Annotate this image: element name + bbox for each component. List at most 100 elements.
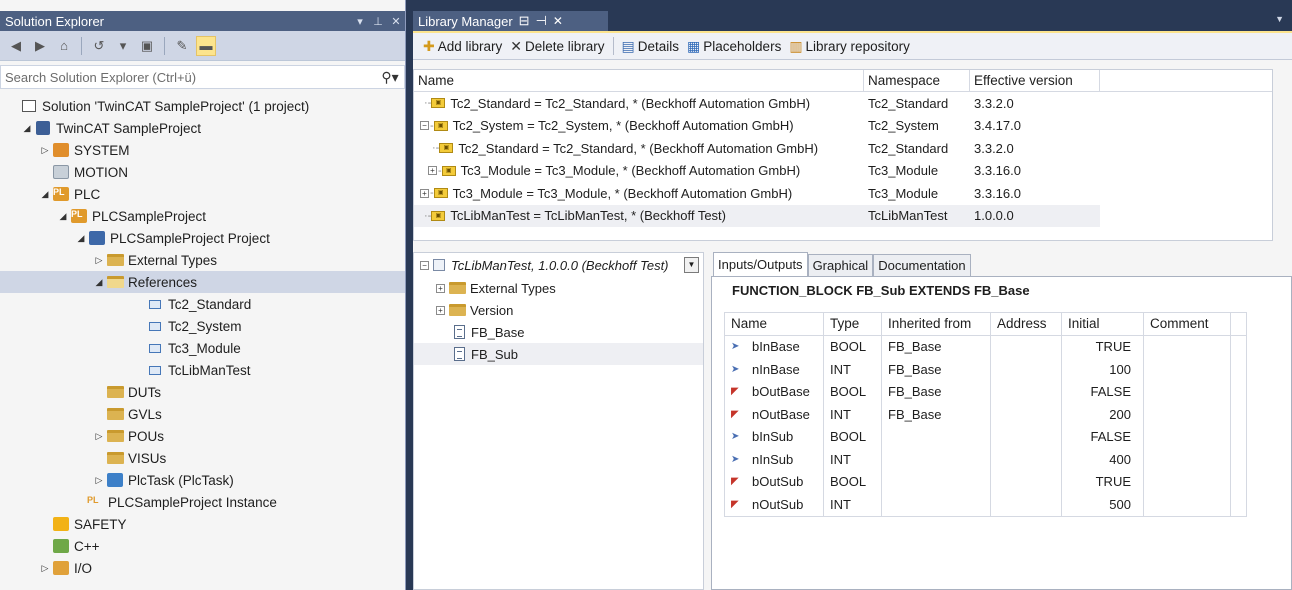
tree-item-pous[interactable]: ▷ POUs xyxy=(0,425,405,447)
tree-item-ref-tc3-module[interactable]: Tc3_Module xyxy=(0,337,405,359)
column-header-name[interactable]: Name xyxy=(725,313,824,336)
var-type: INT xyxy=(824,403,882,426)
library-row[interactable]: ·- ▣ Tc2_Standard = Tc2_Standard, * (Beckh… xyxy=(414,92,1272,115)
table-row[interactable]: ➤ nInSub INT 400 xyxy=(725,448,1246,471)
expand-icon[interactable]: + xyxy=(436,305,445,315)
search-icon[interactable]: ⚲▾ xyxy=(376,69,404,86)
tree-item-plc-project[interactable]: ◢ PL PLCSampleProject xyxy=(0,205,405,227)
table-row[interactable]: ◤ nOutBase INT FB_Base 200 xyxy=(725,403,1246,426)
tree-item-plc-instance[interactable]: PL PLCSampleProject Instance xyxy=(0,491,405,513)
tree-item-plc-subproject[interactable]: ◢ PLCSampleProject Project xyxy=(0,227,405,249)
table-row[interactable]: ◤ bOutSub BOOL TRUE xyxy=(725,470,1246,493)
library-row[interactable]: ·- ▣ Tc2_Standard = Tc2_Standard, * (Beckh… xyxy=(414,137,1272,160)
details-button[interactable]: ▤ Details xyxy=(618,38,684,55)
dropdown-icon[interactable]: ▾ xyxy=(113,36,133,56)
expand-icon[interactable]: + xyxy=(420,188,429,198)
lib-tree-item-fb-sub[interactable]: FB_Sub xyxy=(414,343,703,365)
placeholders-button[interactable]: ▦ Placeholders xyxy=(683,38,785,55)
output-variable-icon: ◤ xyxy=(731,498,739,510)
tree-item-twincat-project[interactable]: ◢ TwinCAT SampleProject xyxy=(0,117,405,139)
expand-icon[interactable]: + xyxy=(428,166,437,176)
table-row[interactable]: ◤ nOutSub INT 500 xyxy=(725,493,1246,516)
history-icon[interactable]: ↺ xyxy=(89,36,109,56)
table-row[interactable]: ➤ bInSub BOOL FALSE xyxy=(725,425,1246,448)
tab-library-manager[interactable]: Library Manager ⊟ ⊣ ✕ xyxy=(413,11,608,31)
lib-tree-item-fb-base[interactable]: FB_Base xyxy=(414,321,703,343)
pin-icon[interactable]: ⊥ xyxy=(369,15,387,28)
column-header-namespace[interactable]: Namespace xyxy=(864,70,970,91)
search-box[interactable]: Search Solution Explorer (Ctrl+ü) ⚲▾ xyxy=(0,65,405,89)
tab-inputs-outputs[interactable]: Inputs/Outputs xyxy=(713,252,808,276)
table-row[interactable]: ➤ bInBase BOOL FB_Base TRUE xyxy=(725,335,1246,358)
expand-arrow-icon[interactable]: ▷ xyxy=(92,255,106,266)
window-menu-icon[interactable]: ▾ xyxy=(351,15,369,28)
close-tab-icon[interactable]: ✕ xyxy=(553,14,563,28)
column-header-effective-version[interactable]: Effective version xyxy=(970,70,1100,91)
tree-item-duts[interactable]: DUTs xyxy=(0,381,405,403)
tab-overflow-icon[interactable]: ▼ xyxy=(1275,14,1284,24)
tree-item-references[interactable]: ◢ References xyxy=(0,271,405,293)
collapse-arrow-icon[interactable]: ◢ xyxy=(20,123,34,134)
collapse-icon[interactable]: − xyxy=(420,121,429,131)
collapse-arrow-icon[interactable]: ◢ xyxy=(74,233,88,244)
tree-item-label: PLC xyxy=(74,186,101,202)
tree-item-ref-tc2-standard[interactable]: Tc2_Standard xyxy=(0,293,405,315)
expand-icon[interactable]: + xyxy=(436,283,445,293)
collapse-arrow-icon[interactable]: ◢ xyxy=(92,277,106,288)
pin-icon[interactable]: ⊟ xyxy=(519,13,530,29)
add-library-button[interactable]: ✚ Add library xyxy=(419,38,506,55)
dropdown-arrow-icon[interactable]: ▼ xyxy=(684,257,699,273)
properties-wrench-icon[interactable]: ✎ xyxy=(172,36,192,56)
lib-tree-item-external-types[interactable]: + External Types xyxy=(414,277,703,299)
tree-item-ref-tclibmantest[interactable]: TcLibManTest xyxy=(0,359,405,381)
column-header-name[interactable]: Name xyxy=(414,70,864,91)
tree-item-cpp[interactable]: C++ xyxy=(0,535,405,557)
tree-item-external-types[interactable]: ▷ External Types xyxy=(0,249,405,271)
tab-documentation[interactable]: Documentation xyxy=(873,254,971,276)
preview-icon[interactable]: ▬ xyxy=(196,35,216,56)
pin-tab-icon[interactable]: ⊣ xyxy=(536,13,547,29)
library-selector[interactable]: − TcLibManTest, 1.0.0.0 (Beckhoff Test) … xyxy=(414,253,703,277)
close-icon[interactable]: ✕ xyxy=(387,15,405,28)
home-icon[interactable]: ⌂ xyxy=(54,36,74,56)
collapse-icon[interactable]: − xyxy=(420,260,429,270)
tree-item-visus[interactable]: VISUs xyxy=(0,447,405,469)
tree-item-plc[interactable]: ◢ PL PLC xyxy=(0,183,405,205)
library-repository-button[interactable]: ▥ Library repository xyxy=(785,38,914,55)
var-comment xyxy=(1144,493,1231,516)
table-row[interactable]: ◤ bOutBase BOOL FB_Base FALSE xyxy=(725,380,1246,403)
plc-icon: PL xyxy=(52,186,70,202)
tree-item-plctask[interactable]: ▷ PlcTask (PlcTask) xyxy=(0,469,405,491)
tab-graphical[interactable]: Graphical xyxy=(807,254,874,276)
search-input[interactable]: Search Solution Explorer (Ctrl+ü) xyxy=(5,70,376,85)
library-row[interactable]: − - ▣ Tc2_System = Tc2_System, * (Beckhoff … xyxy=(414,115,1272,138)
column-header-comment[interactable]: Comment xyxy=(1144,313,1231,336)
library-row[interactable]: + - ▣ Tc3_Module = Tc3_Module, * (Beckhoff … xyxy=(414,182,1272,205)
tree-item-motion[interactable]: MOTION xyxy=(0,161,405,183)
tree-item-solution[interactable]: Solution 'TwinCAT SampleProject' (1 proj… xyxy=(0,95,405,117)
collapse-arrow-icon[interactable]: ◢ xyxy=(56,211,70,222)
column-header-inherited-from[interactable]: Inherited from xyxy=(882,313,991,336)
tree-item-io[interactable]: ▷ I/O xyxy=(0,557,405,579)
column-header-address[interactable]: Address xyxy=(991,313,1062,336)
forward-icon[interactable]: ▶ xyxy=(30,36,50,56)
tree-item-gvls[interactable]: GVLs xyxy=(0,403,405,425)
expand-arrow-icon[interactable]: ▷ xyxy=(38,563,52,574)
expand-arrow-icon[interactable]: ▷ xyxy=(92,475,106,486)
tree-item-label: I/O xyxy=(74,560,93,576)
collapse-all-icon[interactable]: ▣ xyxy=(137,36,157,56)
library-row-selected[interactable]: ·- ▣ TcLibManTest = TcLibManTest, * (Beckh… xyxy=(414,204,1272,227)
column-header-type[interactable]: Type xyxy=(824,313,882,336)
tree-item-system[interactable]: ▷ SYSTEM xyxy=(0,139,405,161)
collapse-arrow-icon[interactable]: ◢ xyxy=(38,189,52,200)
back-icon[interactable]: ◀ xyxy=(6,36,26,56)
expand-arrow-icon[interactable]: ▷ xyxy=(38,145,52,156)
tree-item-safety[interactable]: SAFETY xyxy=(0,513,405,535)
library-row[interactable]: + - ▣ Tc3_Module = Tc3_Module, * (Beckhoff … xyxy=(414,160,1272,183)
column-header-initial[interactable]: Initial xyxy=(1062,313,1144,336)
expand-arrow-icon[interactable]: ▷ xyxy=(92,431,106,442)
lib-tree-item-version[interactable]: + Version xyxy=(414,299,703,321)
tree-item-ref-tc2-system[interactable]: Tc2_System xyxy=(0,315,405,337)
table-row[interactable]: ➤ nInBase INT FB_Base 100 xyxy=(725,358,1246,381)
delete-library-button[interactable]: ✕ Delete library xyxy=(506,38,608,55)
